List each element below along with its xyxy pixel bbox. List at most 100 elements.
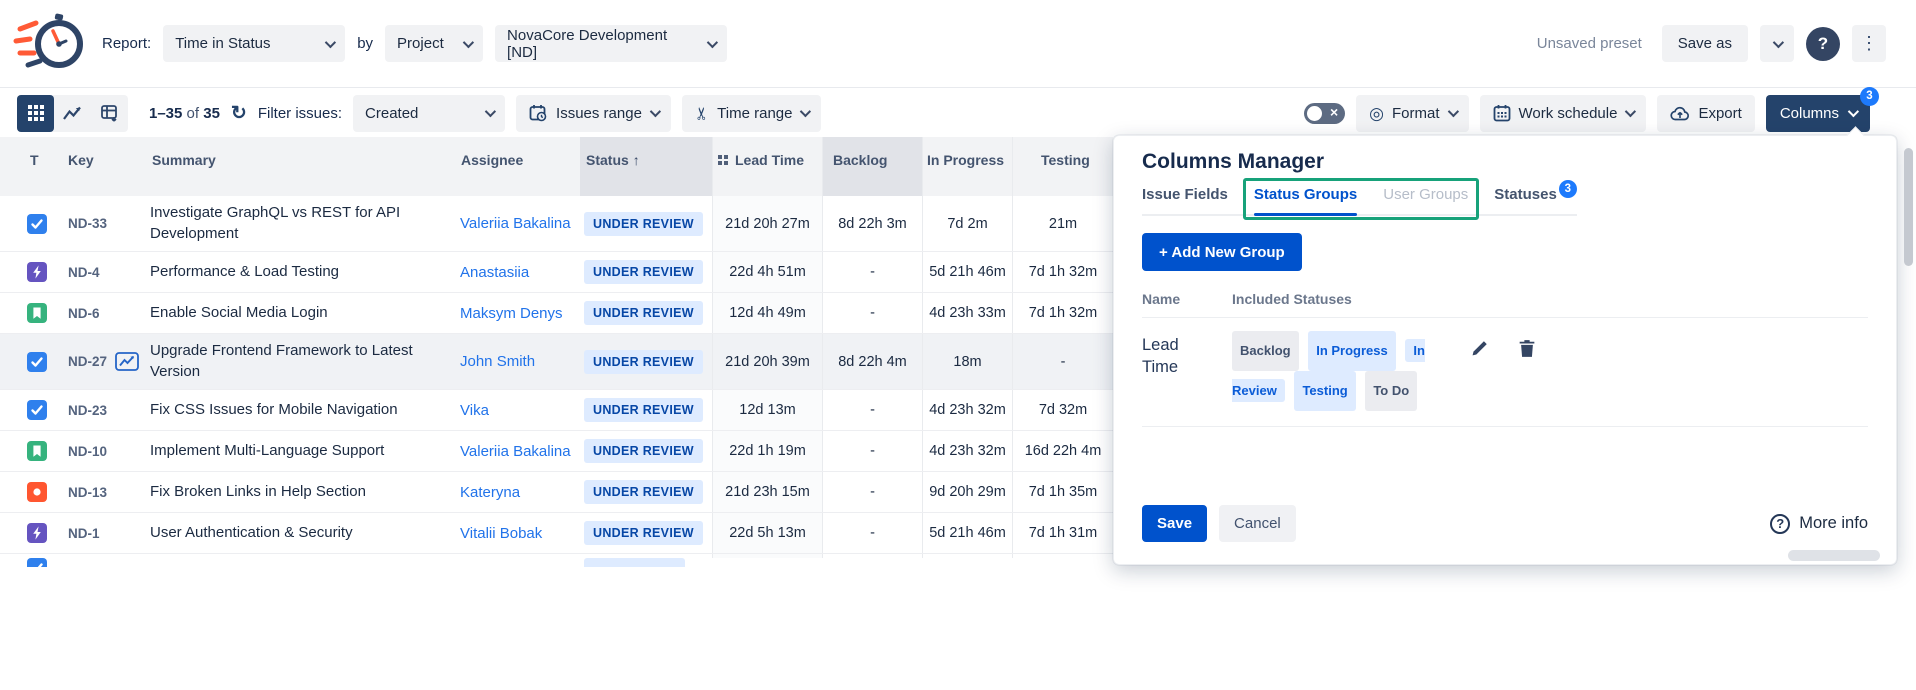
time-range-label: Time range xyxy=(717,105,792,122)
column-header-status[interactable]: Status↑ xyxy=(580,137,712,196)
issue-chart-icon[interactable] xyxy=(115,352,139,371)
column-header-summary[interactable]: Summary xyxy=(150,137,460,196)
more-info-link[interactable]: ? More info xyxy=(1770,514,1868,534)
status-badge: UNDER REVIEW xyxy=(584,480,703,504)
included-statuses-column-header: Included Statuses xyxy=(1232,291,1352,307)
issue-summary: Fix Broken Links in Help Section xyxy=(150,472,460,512)
in-progress-cell: 5d 21h 46m xyxy=(922,513,1012,553)
more-menu-button[interactable]: ⋮ xyxy=(1852,25,1886,62)
backlog-cell: - xyxy=(822,390,922,430)
assignee-link[interactable]: Kateryna xyxy=(460,484,520,501)
chevron-down-icon xyxy=(1773,36,1784,47)
in-progress-cell: 4d 23h 32m xyxy=(922,390,1012,430)
delete-trash-icon[interactable] xyxy=(1517,338,1537,359)
sort-ascending-icon: ↑ xyxy=(633,152,640,168)
column-header-type[interactable]: T xyxy=(17,137,60,196)
status-badge: UNDER REVIEW xyxy=(584,521,703,545)
issue-type-task-icon xyxy=(27,558,47,567)
assignee-link[interactable]: Maksym Denys xyxy=(460,305,563,322)
columns-manager-panel: Columns Manager Issue Fields Status Grou… xyxy=(1113,135,1897,565)
pivot-view-button[interactable] xyxy=(91,95,128,132)
status-group-badge: Backlog xyxy=(1232,331,1299,371)
in-progress-cell: 18m xyxy=(922,334,1012,389)
table-row: ND-4Performance & Load TestingAnastasiia… xyxy=(0,252,1113,293)
tab-user-groups[interactable]: User Groups xyxy=(1383,186,1468,214)
help-button[interactable]: ? xyxy=(1806,27,1840,61)
tab-statuses[interactable]: Statuses3 xyxy=(1494,186,1577,214)
time-range-button[interactable]: ✂ Time range xyxy=(682,95,822,132)
report-type-select[interactable]: Time in Status xyxy=(163,25,345,62)
issues-range-button[interactable]: Issues range xyxy=(516,95,671,132)
calendar-icon xyxy=(1493,104,1511,122)
panel-title: Columns Manager xyxy=(1142,150,1868,174)
by-label: by xyxy=(357,35,373,52)
app-logo xyxy=(12,11,90,77)
question-mark-circle-icon: ? xyxy=(1770,514,1790,534)
assignee-link[interactable]: Valeriia Bakalina xyxy=(460,443,571,460)
issue-key: ND-4 xyxy=(68,265,100,280)
column-header-in-progress[interactable]: In Progress xyxy=(922,137,1012,196)
table-view-button[interactable] xyxy=(17,95,54,132)
chart-mode-toggle[interactable]: × xyxy=(1304,103,1345,124)
preset-dropdown-button[interactable] xyxy=(1760,25,1794,62)
table-row: ND-10Implement Multi-Language SupportVal… xyxy=(0,431,1113,472)
testing-cell: 7d 1h 35m xyxy=(1012,472,1113,512)
name-column-header: Name xyxy=(1142,291,1232,307)
table-header-row: T Key Summary Assignee Status↑ Lead Time… xyxy=(0,137,1113,196)
status-badge: UNDER REVIEW xyxy=(584,398,703,422)
export-button[interactable]: Export xyxy=(1657,95,1754,132)
refresh-icon[interactable]: ↻ xyxy=(231,104,247,123)
assignee-link[interactable]: Anastasiia xyxy=(460,264,529,281)
columns-label: Columns xyxy=(1780,105,1839,122)
format-label: Format xyxy=(1392,105,1440,122)
issue-summary: Implement Multi-Language Support xyxy=(150,431,460,471)
chevron-down-icon xyxy=(325,36,336,47)
issue-type-task-icon xyxy=(27,214,47,234)
project-select[interactable]: NovaCore Development [ND] xyxy=(495,25,727,62)
columns-count-badge: 3 xyxy=(1860,87,1879,106)
status-badge: UNDER REVIEW xyxy=(584,260,703,284)
issue-summary: User Authentication & Security xyxy=(150,513,460,553)
issue-summary: Enable Social Media Login xyxy=(150,293,460,333)
column-header-assignee[interactable]: Assignee xyxy=(460,137,580,196)
column-header-testing[interactable]: Testing xyxy=(1012,137,1113,196)
chart-view-button[interactable] xyxy=(54,95,91,132)
column-header-backlog[interactable]: Backlog xyxy=(822,137,922,196)
filter-field-select[interactable]: Created xyxy=(353,95,505,132)
tab-status-groups[interactable]: Status Groups xyxy=(1254,186,1357,214)
column-header-key[interactable]: Key xyxy=(60,137,150,196)
cancel-button[interactable]: Cancel xyxy=(1219,505,1296,542)
backlog-cell: - xyxy=(822,431,922,471)
vertical-scrollbar-thumb[interactable] xyxy=(1904,148,1913,266)
assignee-link[interactable]: Vika xyxy=(460,402,489,419)
toolbar: 1–35 of 35 ↻ Filter issues: Created Issu… xyxy=(0,89,1916,137)
partial-next-row xyxy=(0,554,1113,567)
backlog-cell: - xyxy=(822,293,922,333)
work-schedule-button[interactable]: Work schedule xyxy=(1480,95,1647,132)
target-icon: ◎ xyxy=(1369,105,1384,122)
table-row: ND-6Enable Social Media LoginMaksym Deny… xyxy=(0,293,1113,334)
format-button[interactable]: ◎ Format xyxy=(1356,95,1468,132)
assignee-link[interactable]: John Smith xyxy=(460,353,535,370)
lead-time-cell: 22d 5h 13m xyxy=(712,513,822,553)
drag-handle-icon[interactable] xyxy=(718,155,729,166)
testing-cell: - xyxy=(1012,334,1113,389)
backlog-cell: - xyxy=(822,472,922,512)
issue-type-task-icon xyxy=(27,352,47,372)
panel-footer: Save Cancel ? More info xyxy=(1142,505,1868,542)
assignee-link[interactable]: Valeriia Bakalina xyxy=(460,215,571,232)
table-row: ND-23Fix CSS Issues for Mobile Navigatio… xyxy=(0,390,1113,431)
tab-issue-fields[interactable]: Issue Fields xyxy=(1142,186,1228,214)
save-as-button[interactable]: Save as xyxy=(1662,25,1748,62)
edit-pencil-icon[interactable] xyxy=(1469,338,1490,359)
view-switcher xyxy=(17,95,128,132)
assignee-link[interactable]: Vitalii Bobak xyxy=(460,525,542,542)
report-type-value: Time in Status xyxy=(175,35,270,52)
question-mark-icon: ? xyxy=(1818,34,1828,54)
status-group-badge: Testing xyxy=(1294,371,1355,411)
add-new-group-button[interactable]: + Add New Group xyxy=(1142,233,1302,271)
group-by-select[interactable]: Project xyxy=(385,25,483,62)
column-header-lead-time[interactable]: Lead Time xyxy=(712,137,822,196)
save-button[interactable]: Save xyxy=(1142,505,1207,542)
horizontal-scrollbar-thumb[interactable] xyxy=(1788,550,1880,561)
